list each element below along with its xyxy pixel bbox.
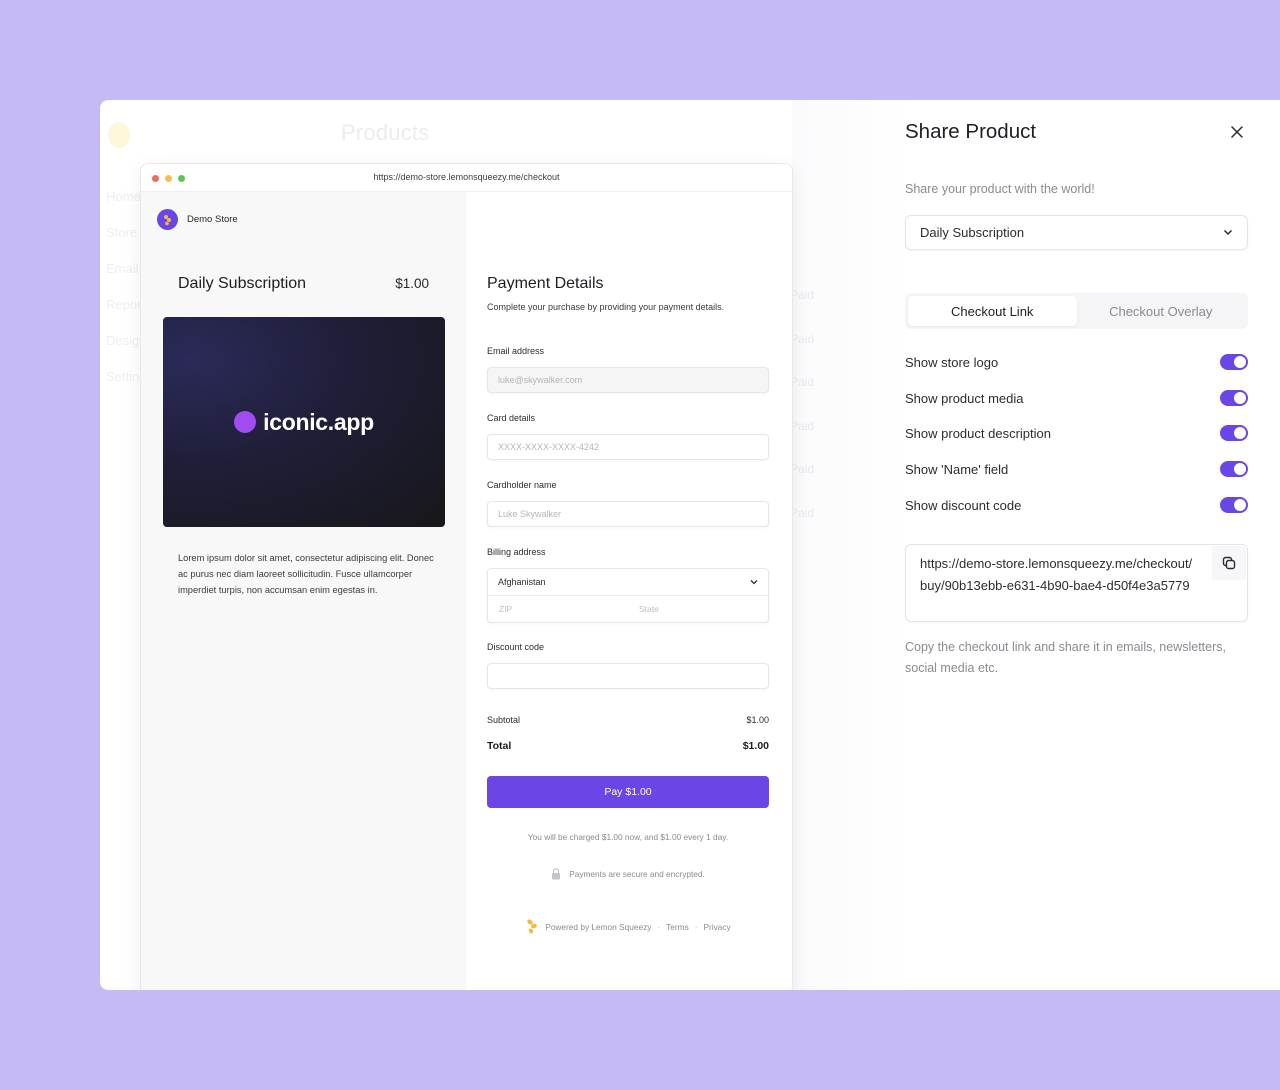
billing-address-group: Afghanistan ZIP State [487,568,769,623]
page-title: Products [341,120,430,145]
cardholder-name-input[interactable]: Luke Skywalker [487,501,769,527]
total-label: Total [487,740,512,752]
product-media-image: iconic.app [163,317,445,527]
terms-link[interactable]: Terms [666,922,689,932]
checkout-link-field[interactable]: https://demo-store.lemonsqueezy.me/check… [905,544,1248,622]
share-product-panel: Share Product Share your product with th… [905,100,1280,990]
product-select-value: Daily Subscription [920,225,1025,240]
product-media-text: iconic.app [263,408,374,435]
status-badge: Paid [790,331,815,346]
browser-titlebar: https://demo-store.lemonsqueezy.me/check… [141,164,792,192]
toggle-row-product-description: Show product description [905,423,1248,443]
status-badge: Paid [790,375,815,389]
tab-checkout-overlay[interactable]: Checkout Overlay [1077,296,1246,326]
toggle-row-store-logo: Show store logo [905,352,1248,372]
checkout-preview-window: https://demo-store.lemonsqueezy.me/check… [141,164,792,990]
pay-button[interactable]: Pay $1.00 [487,776,769,808]
charge-note: You will be charged $1.00 now, and $1.00… [527,832,729,842]
lock-icon [552,868,561,880]
powered-by-text: Powered by Lemon Squeezy [545,922,652,932]
tab-checkout-link[interactable]: Checkout Link [908,296,1077,326]
status-badge: Paid [790,505,815,520]
copy-icon [1222,556,1236,570]
secure-note: Payments are secure and encrypted. [569,869,705,879]
privacy-link[interactable]: Privacy [704,922,731,932]
toggle-row-discount-code: Show discount code [905,495,1248,515]
panel-title: Share Product [905,120,1037,143]
discount-label: Discount code [487,642,545,652]
product-summary-pane: Demo Store Daily Subscription $1.00 icon… [141,192,466,990]
product-name: Daily Subscription [178,275,307,292]
checkout-link-text: https://demo-store.lemonsqueezy.me/check… [920,556,1193,593]
toggle-row-name-field: Show 'Name' field [905,459,1248,479]
store-logo-icon [157,209,178,230]
brand-dot-icon [234,411,257,433]
status-column: Paid Paid Paid Paid Paid Paid [790,288,814,549]
chevron-down-icon [1223,229,1233,236]
email-field[interactable]: luke@skywalker.com [487,367,769,393]
discount-code-input[interactable] [487,663,769,689]
toggle-label: Show product media [905,390,1024,406]
chevron-down-icon [750,580,758,585]
payment-title: Payment Details [487,275,604,292]
subtotal-row: Subtotal $1.00 [487,715,769,725]
status-badge: Paid [790,288,815,302]
status-badge: Paid [790,418,815,433]
product-select[interactable]: Daily Subscription [905,215,1248,250]
card-label: Card details [487,413,536,423]
lemon-logo-icon [108,122,130,148]
copy-link-button[interactable] [1212,546,1246,580]
lemon-squeezy-logo-icon [527,919,538,934]
store-name: Demo Store [187,214,238,225]
share-mode-tabs: Checkout Link Checkout Overlay [905,293,1248,329]
product-price: $1.00 [395,276,429,291]
product-description: Lorem ipsum dolor sit amet, consectetur … [178,553,434,595]
toggle-label: Show discount code [905,497,1022,513]
toggle-label: Show store logo [905,354,999,370]
app-window: Products Home Store Email Reports Design… [100,100,1280,990]
billing-label: Billing address [487,547,546,557]
toggle-row-product-media: Show product media [905,388,1248,408]
card-number-input[interactable]: XXXX-XXXX-XXXX-4242 [487,434,769,460]
show-product-media-toggle[interactable] [1220,390,1248,406]
toggle-label: Show 'Name' field [905,461,1009,477]
close-icon [1231,126,1243,138]
link-hint: Copy the checkout link and share it in e… [905,640,1226,675]
browser-url: https://demo-store.lemonsqueezy.me/check… [373,172,560,182]
cardholder-label: Cardholder name [487,480,557,490]
show-store-logo-toggle[interactable] [1220,354,1248,370]
state-input[interactable]: State [628,604,768,614]
payment-subtitle: Complete your purchase by providing your… [487,302,725,312]
store-header: Demo Store [157,209,238,230]
email-label: Email address [487,346,545,356]
separator: · [694,922,698,932]
zip-input[interactable]: ZIP [488,604,628,614]
secure-note-row: Payments are secure and encrypted. [487,868,769,880]
country-value: Afghanistan [498,577,546,587]
show-name-field-toggle[interactable] [1220,461,1248,477]
country-select[interactable]: Afghanistan [488,569,768,596]
show-discount-code-toggle[interactable] [1220,497,1248,513]
panel-subtitle: Share your product with the world! [905,182,1095,196]
total-row: Total $1.00 [487,740,769,752]
payment-pane: Payment Details Complete your purchase b… [466,192,792,990]
footer-links: Powered by Lemon Squeezy · Terms · Priva… [487,918,769,936]
status-badge: Paid [790,462,815,476]
subtotal-label: Subtotal [487,715,521,725]
toggle-label: Show product description [905,425,1051,441]
total-value: $1.00 [742,740,769,752]
subtotal-value: $1.00 [746,715,769,725]
show-product-description-toggle[interactable] [1220,425,1248,441]
close-button[interactable] [1227,122,1247,142]
separator: · [657,922,661,932]
